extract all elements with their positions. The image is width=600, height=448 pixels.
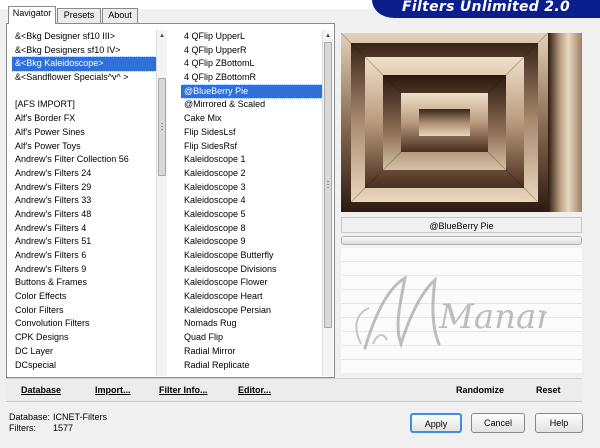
preview-progress-bar <box>341 236 582 245</box>
filter-list-item[interactable]: Nomads Rug <box>181 317 322 331</box>
filter-list-item[interactable]: Kaleidoscope 2 <box>181 167 322 181</box>
filter-list-item[interactable]: Flip SidesLsf <box>181 126 322 140</box>
category-list-item[interactable]: Andrew's Filters 6 <box>12 249 156 263</box>
filter-list-item[interactable]: Kaleidoscope 8 <box>181 222 322 236</box>
filters-count: 1577 <box>53 423 74 433</box>
filter-list-item[interactable]: Kaleidoscope Heart <box>181 290 322 304</box>
reset-button[interactable]: Reset <box>536 379 561 401</box>
filter-list-item[interactable]: Kaleidoscope 3 <box>181 181 322 195</box>
app-title: Filters Unlimited 2.0 <box>402 0 570 15</box>
category-list-item[interactable]: &<Bkg Designers sf10 IV> <box>12 44 156 58</box>
filter-list-item[interactable]: @BlueBerry Pie <box>181 83 322 100</box>
category-list-item[interactable]: Andrew's Filters 51 <box>12 235 156 249</box>
filter-info-button[interactable]: Filter Info... <box>159 379 208 401</box>
category-list-item[interactable]: Andrew's Filters 4 <box>12 222 156 236</box>
filter-list-item[interactable]: 4 QFlip UpperL <box>181 30 322 44</box>
category-list-item[interactable]: DCspecial <box>12 359 156 373</box>
filter-list-item[interactable]: Kaleidoscope Flower <box>181 276 322 290</box>
preview-filter-name: @BlueBerry Pie <box>341 217 582 233</box>
category-scroll-thumb[interactable] <box>158 78 166 176</box>
category-list-item[interactable]: Buttons & Frames <box>12 276 156 290</box>
filter-list-item[interactable]: Radial Mirror <box>181 345 322 359</box>
tab-about[interactable]: About <box>102 8 138 23</box>
category-list-item[interactable]: Alf's Power Toys <box>12 140 156 154</box>
tab-presets[interactable]: Presets <box>57 8 101 23</box>
apply-button[interactable]: Apply <box>410 413 462 433</box>
filter-scrollbar[interactable]: ▲ <box>322 30 333 376</box>
filter-preview-image <box>341 33 582 212</box>
database-value: ICNET-Filters <box>53 412 107 422</box>
filter-list-item[interactable]: Quad Flip <box>181 331 322 345</box>
filter-list-item[interactable]: Kaleidoscope 4 <box>181 194 322 208</box>
bottom-toolbar: Database Import... Filter Info... Editor… <box>6 378 582 402</box>
filters-info: Filters: 1577 <box>9 423 73 434</box>
filter-list-item[interactable]: Cake Mix <box>181 112 322 126</box>
watermark-logo: Manany <box>355 275 547 350</box>
filter-list-item[interactable]: Kaleidoscope 1 <box>181 153 322 167</box>
category-list-item[interactable]: CPK Designs <box>12 331 156 345</box>
category-list-item[interactable]: Alf's Power Sines <box>12 126 156 140</box>
database-label: Database: <box>9 412 51 422</box>
title-banner: Filters Unlimited 2.0 <box>372 0 600 18</box>
filters-label: Filters: <box>9 423 36 433</box>
filter-list-item[interactable]: Kaleidoscope 9 <box>181 235 322 249</box>
filter-list-item[interactable]: Radial Replicate <box>181 359 322 373</box>
scroll-up-arrow-icon[interactable]: ▲ <box>157 30 167 42</box>
filter-list-item[interactable]: Flip SidesRsf <box>181 140 322 154</box>
filter-list[interactable]: 4 QFlip UpperL 4 QFlip UpperR 4 QFlip ZBot… <box>181 30 322 376</box>
database-button[interactable]: Database <box>21 379 61 401</box>
filter-list-item[interactable]: @Mirrored & Scaled <box>181 98 322 112</box>
parameter-area: Manany <box>341 248 582 373</box>
category-list-item[interactable]: Andrew's Filters 9 <box>12 263 156 277</box>
category-list-item[interactable]: Andrew's Filters 24 <box>12 167 156 181</box>
tab-navigator[interactable]: Navigator <box>8 6 56 24</box>
editor-button[interactable]: Editor... <box>238 379 271 401</box>
category-list-item[interactable]: &<Bkg Kaleidoscope> <box>12 56 156 73</box>
category-list-item[interactable]: Andrew's Filters 33 <box>12 194 156 208</box>
filter-list-item[interactable]: Kaleidoscope Butterfly <box>181 249 322 263</box>
category-scrollbar[interactable]: ▲ <box>156 30 167 376</box>
category-list-item[interactable]: &<Bkg Designer sf10 III> <box>12 30 156 44</box>
filter-list-item[interactable]: 4 QFlip UpperR <box>181 44 322 58</box>
import-button[interactable]: Import... <box>95 379 131 401</box>
category-list-item[interactable]: Andrew's Filter Collection 56 <box>12 153 156 167</box>
svg-text:Manany: Manany <box>438 297 547 337</box>
filter-scroll-thumb[interactable] <box>324 42 332 328</box>
category-list[interactable]: &<Bkg Designer sf10 III> &<Bkg Designers … <box>12 30 156 376</box>
category-list-item[interactable] <box>12 85 156 99</box>
scroll-up-arrow-icon[interactable]: ▲ <box>323 30 333 42</box>
category-list-item[interactable]: Color Effects <box>12 290 156 304</box>
cancel-button[interactable]: Cancel <box>471 413 525 433</box>
filter-list-item[interactable]: Kaleidoscope 5 <box>181 208 322 222</box>
help-button[interactable]: Help <box>535 413 583 433</box>
category-list-item[interactable]: Color Filters <box>12 304 156 318</box>
category-list-item[interactable]: Andrew's Filters 29 <box>12 181 156 195</box>
category-list-item[interactable]: &<Sandflower Specials^v^ > <box>12 71 156 85</box>
filter-list-item[interactable]: 4 QFlip ZBottomL <box>181 57 322 71</box>
database-info: Database: ICNET-Filters <box>9 412 107 423</box>
category-list-item[interactable]: [AFS IMPORT] <box>12 98 156 112</box>
category-list-item[interactable]: Convolution Filters <box>12 317 156 331</box>
category-list-item[interactable]: DC Layer <box>12 345 156 359</box>
filter-list-item[interactable]: Kaleidoscope Divisions <box>181 263 322 277</box>
filter-list-item[interactable]: Kaleidoscope Persian <box>181 304 322 318</box>
filter-list-item[interactable]: 4 QFlip ZBottomR <box>181 71 322 85</box>
randomize-button[interactable]: Randomize <box>456 379 504 401</box>
category-list-item[interactable]: Alf's Border FX <box>12 112 156 126</box>
category-list-item[interactable]: Andrew's Filters 48 <box>12 208 156 222</box>
